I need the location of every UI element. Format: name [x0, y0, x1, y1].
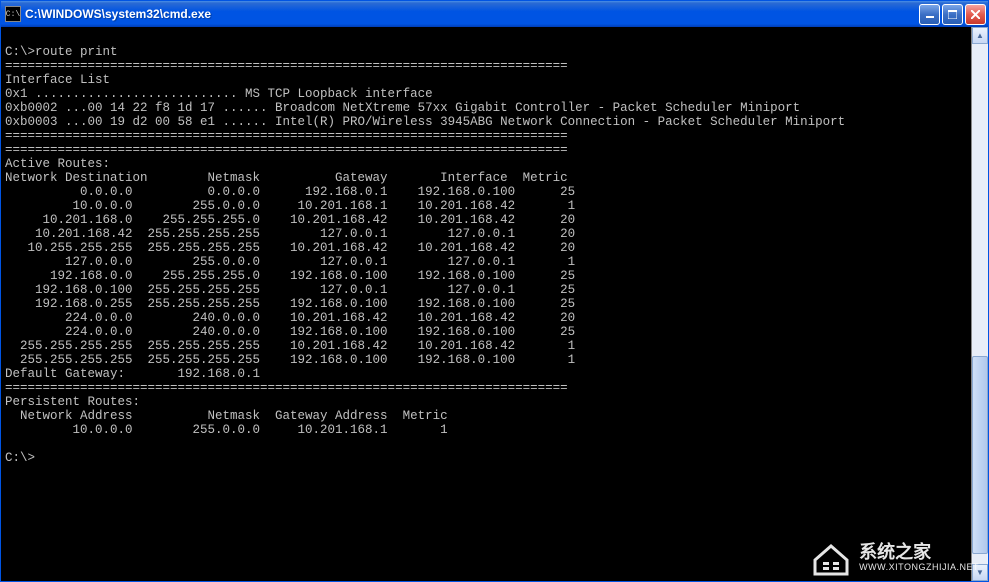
maximize-button[interactable] — [942, 4, 963, 25]
watermark-text-cn: 系统之家 — [859, 543, 979, 563]
watermark-logo-icon — [809, 540, 853, 576]
console-output[interactable]: C:\>route print ========================… — [1, 27, 988, 581]
scroll-thumb[interactable] — [972, 356, 988, 554]
titlebar[interactable]: C:\ C:\WINDOWS\system32\cmd.exe — [1, 1, 988, 27]
close-button[interactable] — [965, 4, 986, 25]
cmd-window: C:\ C:\WINDOWS\system32\cmd.exe C:\>rout… — [0, 0, 989, 582]
maximize-icon — [948, 10, 957, 19]
close-icon — [971, 10, 980, 19]
watermark: 系统之家 WWW.XITONGZHIJIA.NET — [809, 540, 979, 576]
minimize-icon — [926, 10, 934, 18]
vertical-scrollbar[interactable]: ▲ ▼ — [971, 27, 988, 581]
minimize-button[interactable] — [919, 4, 940, 25]
cmd-icon: C:\ — [5, 6, 21, 22]
watermark-text-en: WWW.XITONGZHIJIA.NET — [859, 563, 979, 573]
scroll-track[interactable] — [972, 44, 988, 564]
scroll-up-button[interactable]: ▲ — [972, 27, 988, 44]
window-controls — [919, 4, 986, 25]
window-title: C:\WINDOWS\system32\cmd.exe — [25, 7, 919, 21]
